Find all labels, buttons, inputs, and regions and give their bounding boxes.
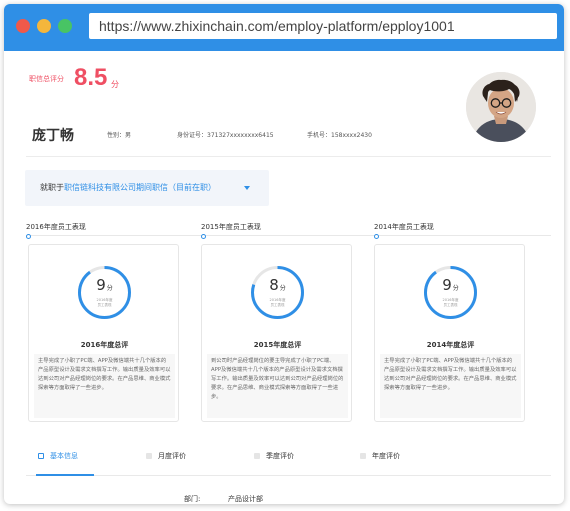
ring-caption: 2016年度 员工表现 <box>96 298 113 307</box>
address-bar[interactable]: https://www.zhixinchain.com/employ-platf… <box>89 13 557 39</box>
overall-score: 8.5 <box>74 64 108 91</box>
year-header-2016: 2016年度员工表现 <box>26 223 86 231</box>
employment-dropdown[interactable]: 就职于职信链科技有限公司期间职信（目前在职） <box>25 170 269 206</box>
ring-score: 8分 <box>269 276 286 294</box>
maximize-window-dot[interactable] <box>58 19 72 33</box>
score-ring: 9分 2016年度 员工表现 <box>76 264 133 321</box>
document-icon <box>38 453 44 459</box>
year-card-2016: 9分 2016年度 员工表现 2016年度总评 主导完成了小职了PC端、APP及微… <box>28 244 179 422</box>
detail-tabs: 基本信息 月度评价 季度评价 年度评价 <box>26 438 551 476</box>
employment-company: 职信链科技有限公司期间职信（目前在职） <box>64 183 216 192</box>
browser-titlebar: https://www.zhixinchain.com/employ-platf… <box>4 4 564 51</box>
profile-photo-icon <box>466 72 536 142</box>
ring-score: 9分 <box>442 276 459 294</box>
year-header-2015: 2015年度员工表现 <box>201 223 261 231</box>
department-value: 产品设计部 <box>228 495 263 503</box>
ring-caption: 2016年度 员工表现 <box>269 298 286 307</box>
calendar-icon <box>146 453 152 459</box>
timeline-dot-icon <box>26 234 31 239</box>
employment-prefix: 就职于 <box>40 183 64 192</box>
calendar-icon <box>360 453 366 459</box>
caret-down-icon <box>244 186 250 190</box>
calendar-icon <box>254 453 260 459</box>
card-title: 2016年度总评 <box>80 341 129 349</box>
year-timeline <box>26 235 551 236</box>
review-text: 主导完成了小职了PC端、APP及微信端共十几个版本的产品原型设计及需求文档撰写工… <box>34 354 175 418</box>
review-text: 到公司时产品经理岗位的要主导完成了小职了PC端、APP及微信端共十几个版本的产品… <box>207 354 348 418</box>
score-ring: 9分 2016年度 员工表现 <box>422 264 479 321</box>
phone-field: 手机号：158xxxx2430 <box>307 132 372 139</box>
year-card-2014: 9分 2016年度 员工表现 2014年度总评 主导完成了小职了PC端、APP及微… <box>374 244 525 422</box>
timeline-dot-icon <box>201 234 206 239</box>
divider <box>26 156 551 157</box>
score-label: 职信总评分 <box>29 75 64 83</box>
year-card-2015: 8分 2016年度 员工表现 2015年度总评 到公司时产品经理岗位的要主导完成了… <box>201 244 352 422</box>
card-title: 2015年度总评 <box>253 341 302 349</box>
close-window-dot[interactable] <box>16 19 30 33</box>
employee-name: 庞丁畅 <box>32 128 74 144</box>
timeline-dot-icon <box>374 234 379 239</box>
id-number-field: 身份证号：371327xxxxxxxx6415 <box>177 132 274 139</box>
department-label: 部门: <box>184 495 201 503</box>
ring-caption: 2016年度 员工表现 <box>442 298 459 307</box>
active-tab-indicator <box>36 474 94 476</box>
minimize-window-dot[interactable] <box>37 19 51 33</box>
year-header-2014: 2014年度员工表现 <box>374 223 434 231</box>
card-title: 2014年度总评 <box>426 341 475 349</box>
gender-field: 性别：男 <box>107 132 132 139</box>
ring-score: 9分 <box>96 276 113 294</box>
tab-basic-info[interactable]: 基本信息 <box>38 451 78 461</box>
browser-window: https://www.zhixinchain.com/employ-platf… <box>4 4 564 504</box>
review-text: 主导完成了小职了PC端、APP及微信端共十几个版本的产品原型设计及需求文档撰写工… <box>380 354 521 418</box>
avatar <box>466 72 536 142</box>
tab-quarterly-review[interactable]: 季度评价 <box>254 451 294 461</box>
tab-monthly-review[interactable]: 月度评价 <box>146 451 186 461</box>
tab-annual-review[interactable]: 年度评价 <box>360 451 400 461</box>
score-ring: 8分 2016年度 员工表现 <box>249 264 306 321</box>
score-unit: 分 <box>111 80 119 89</box>
